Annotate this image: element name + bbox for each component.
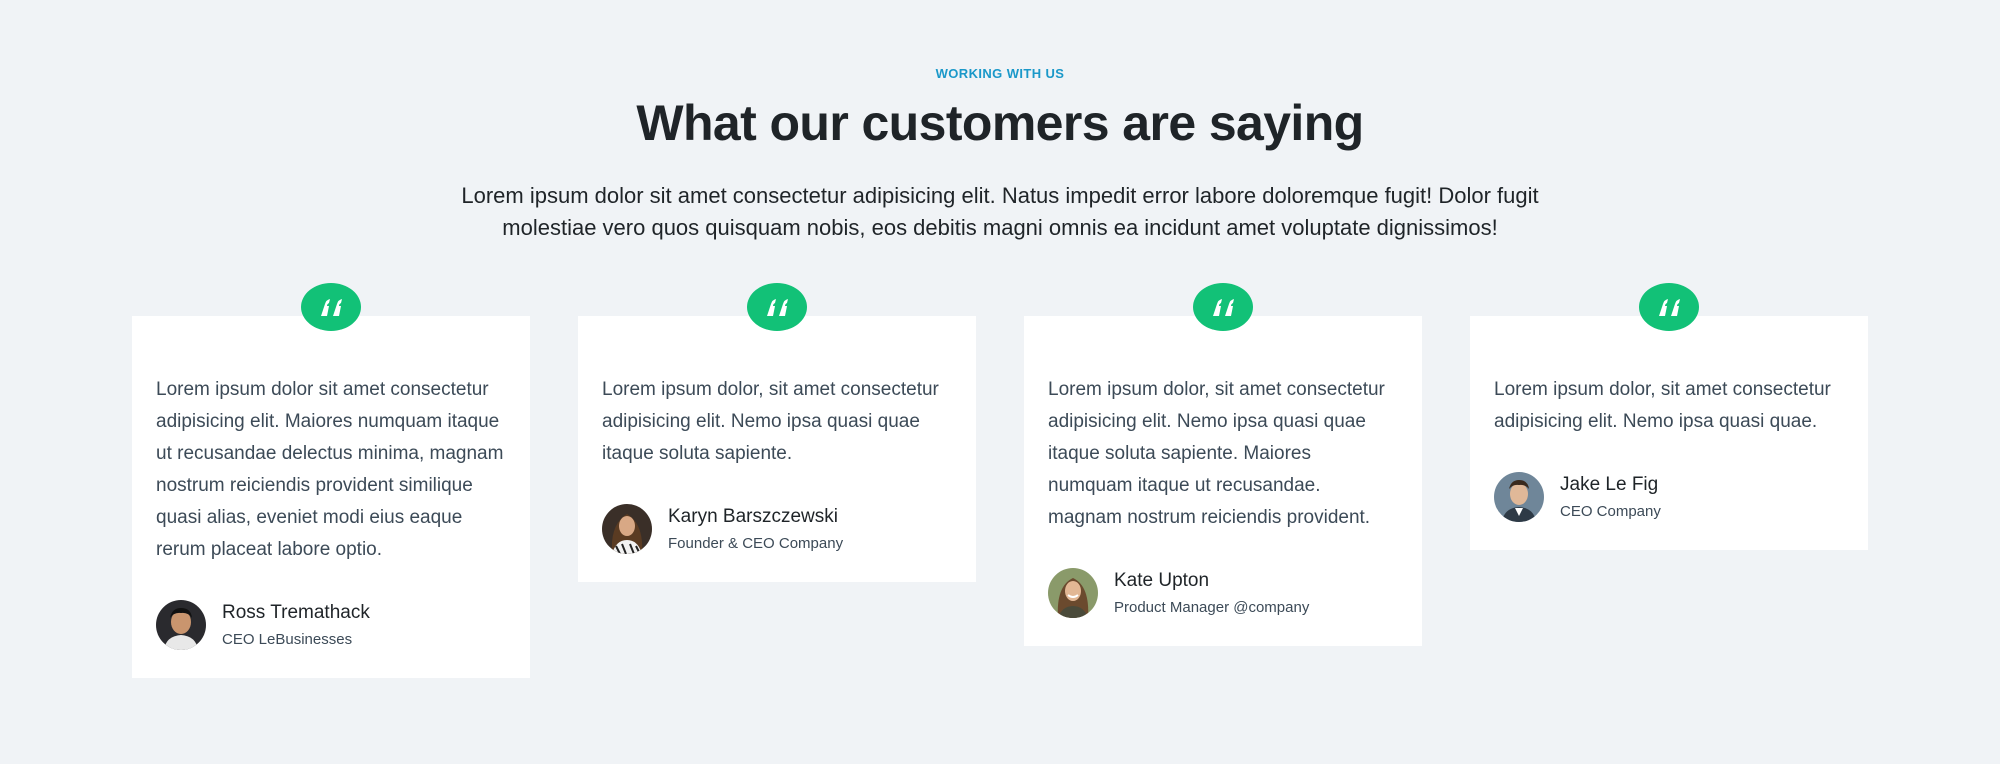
author-name: Jake Le Fig: [1560, 473, 1659, 495]
testimonial-author: Ross Tremathack CEO LeBusinesses: [156, 600, 506, 650]
avatar: [1494, 472, 1544, 522]
testimonial-author: Karyn Barszczewski Founder & CEO Company: [602, 504, 952, 554]
testimonial-card: Lorem ipsum dolor, sit amet consectetur …: [1470, 283, 1868, 550]
author-role: Founder & CEO Company: [668, 534, 844, 552]
section-eyebrow: WORKING WITH US: [935, 66, 1065, 81]
author-name: Karyn Barszczewski: [668, 505, 838, 527]
avatar: [602, 504, 652, 554]
testimonial-text: Lorem ipsum dolor, sit amet consectetur …: [602, 379, 939, 464]
author-name: Ross Tremathack: [222, 601, 370, 623]
testimonial-text: Lorem ipsum dolor sit amet consectetur a…: [156, 379, 504, 560]
quote-icon: [747, 283, 807, 331]
testimonial-card: Lorem ipsum dolor sit amet consectetur a…: [132, 283, 530, 678]
testimonial-text: Lorem ipsum dolor, sit amet consectetur …: [1494, 379, 1831, 432]
testimonial-author: Kate Upton Product Manager @company: [1048, 568, 1398, 618]
author-role: Product Manager @company: [1114, 598, 1310, 616]
testimonial-card: Lorem ipsum dolor, sit amet consectetur …: [1024, 283, 1422, 646]
author-role: CEO LeBusinesses: [222, 630, 353, 648]
testimonial-text: Lorem ipsum dolor, sit amet consectetur …: [1048, 379, 1385, 528]
testimonials-section: WORKING WITH US What our customers are s…: [0, 0, 2000, 764]
section-subtitle: Lorem ipsum dolor sit amet consectetur a…: [461, 183, 1539, 240]
avatar: [1048, 568, 1098, 618]
author-name: Kate Upton: [1114, 569, 1210, 591]
testimonial-author: Jake Le Fig CEO Company: [1494, 472, 1844, 522]
author-role: CEO Company: [1560, 502, 1661, 520]
testimonial-card: Lorem ipsum dolor, sit amet consectetur …: [578, 283, 976, 582]
section-title: What our customers are saying: [636, 95, 1364, 151]
quote-icon: [301, 283, 361, 331]
quote-icon: [1639, 283, 1699, 331]
avatar: [156, 600, 206, 650]
quote-icon: [1193, 283, 1253, 331]
